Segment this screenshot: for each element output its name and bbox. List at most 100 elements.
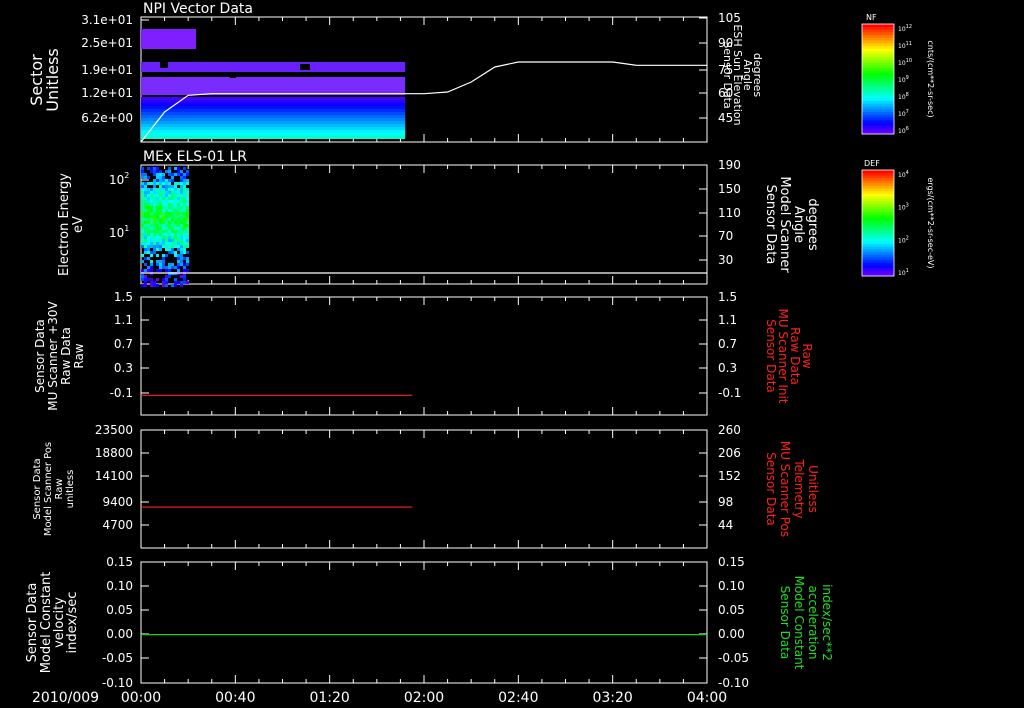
spectro-cell: [168, 218, 171, 221]
spectro-cell: [171, 236, 174, 239]
spectro-cell: [141, 173, 144, 176]
spectro-cell: [177, 266, 180, 269]
spectro-cell: [183, 221, 186, 224]
spectro-cell: [171, 197, 174, 200]
spectro-cell: [168, 182, 171, 185]
spectro-cell: [165, 230, 168, 233]
left-axis-label: Model Scanner Pos: [43, 442, 54, 536]
spectro-cell: [141, 215, 144, 218]
spectro-cell: [147, 269, 150, 272]
spectro-cell: [165, 185, 168, 188]
spectro-cell: [144, 206, 147, 209]
spectro-cell: [180, 188, 183, 191]
spectro-cell: [156, 200, 159, 203]
spectro-cell: [141, 254, 144, 257]
spectro-cell: [159, 218, 162, 221]
spectro-cell: [165, 248, 168, 251]
spectro-cell: [183, 188, 186, 191]
spectro-cell: [156, 221, 159, 224]
spectro-cell: [144, 176, 147, 179]
spectro-cell: [153, 182, 156, 185]
spectro-cell: [174, 227, 177, 230]
spectro-cell: [186, 191, 189, 194]
right-tick-label: 70: [718, 229, 733, 243]
spectro-cell: [186, 236, 189, 239]
spectro-cell: [180, 257, 183, 260]
spectro-cell: [150, 242, 153, 245]
spectro-cell: [153, 239, 156, 242]
spectro-cell: [153, 173, 156, 176]
spectro-cell: [183, 230, 186, 233]
spectro-cell: [165, 182, 168, 185]
spectro-cell: [186, 224, 189, 227]
spectro-cell: [171, 284, 174, 287]
spectro-cell: [153, 170, 156, 173]
right-tick-label: -0.10: [718, 676, 749, 690]
panel-title: MEx ELS-01 LR: [143, 149, 247, 165]
spectro-cell: [150, 245, 153, 248]
spectro-cell: [171, 245, 174, 248]
spectro-cell: [147, 239, 150, 242]
spectro-cell: [180, 242, 183, 245]
left-axis-label: Raw: [72, 343, 86, 368]
spectro-cell: [165, 221, 168, 224]
right-tick-label: 0.7: [718, 337, 737, 351]
left-tick-label: 102: [109, 171, 129, 187]
spectro-cell: [141, 130, 406, 133]
spectro-cell: [159, 197, 162, 200]
spectro-cell: [174, 233, 177, 236]
spectro-cell: [150, 191, 153, 194]
spectro-cell: [150, 224, 153, 227]
time-tick-label: 00:00: [121, 690, 161, 706]
spectro-cell: [171, 173, 174, 176]
spectro-cell: [186, 269, 189, 272]
spectro-cell: [165, 200, 168, 203]
spectro-cell: [177, 200, 180, 203]
spectro-cell: [165, 191, 168, 194]
spectro-cell: [153, 251, 156, 254]
spectro-cell: [165, 269, 168, 272]
spectro-cell: [180, 170, 183, 173]
spectro-cell: [168, 248, 171, 251]
spectro-cell: [159, 182, 162, 185]
left-tick-label: 1.2e+01: [81, 86, 133, 100]
spectro-cell: [159, 215, 162, 218]
left-tick-label: 0.00: [106, 627, 133, 641]
left-tick-label: 0.10: [106, 579, 133, 593]
tick-exponent: 3: [906, 203, 909, 209]
spectro-cell: [174, 218, 177, 221]
spectro-cell: [141, 170, 144, 173]
spectro-cell: [147, 245, 150, 248]
spectro-cell: [159, 206, 162, 209]
left-axis-label: index/sec: [65, 592, 80, 654]
spectro-cell: [165, 197, 168, 200]
spectro-cell: [141, 200, 144, 203]
spectro-cell: [183, 167, 186, 170]
spectro-cell: [141, 103, 406, 106]
spectro-cell: [168, 173, 171, 176]
spectro-cell: [174, 266, 177, 269]
left-axis-label: unitless: [65, 470, 76, 509]
spectro-cell: [159, 266, 162, 269]
spectro-cell: [141, 194, 144, 197]
spectro-cell: [141, 230, 144, 233]
spectro-cell: [153, 185, 156, 188]
spectro-cell: [156, 191, 159, 194]
right-tick-label: 98: [718, 495, 733, 509]
spectro-cell: [162, 266, 165, 269]
tick-exponent: 8: [906, 92, 909, 98]
spectro-cell: [162, 281, 165, 284]
spectro-cell: [174, 200, 177, 203]
spectro-cell: [162, 173, 165, 176]
spectro-cell: [147, 191, 150, 194]
spectro-cell: [162, 206, 165, 209]
spectro-cell: [174, 221, 177, 224]
spectro-cell: [186, 200, 189, 203]
spectro-cell: [162, 203, 165, 206]
spectro-cell: [174, 281, 177, 284]
spectro-cell: [180, 248, 183, 251]
colorbar-tick-label: 101: [898, 268, 909, 277]
spectro-cell: [156, 215, 159, 218]
spectro-cell: [153, 221, 156, 224]
spectro-cell: [168, 194, 171, 197]
